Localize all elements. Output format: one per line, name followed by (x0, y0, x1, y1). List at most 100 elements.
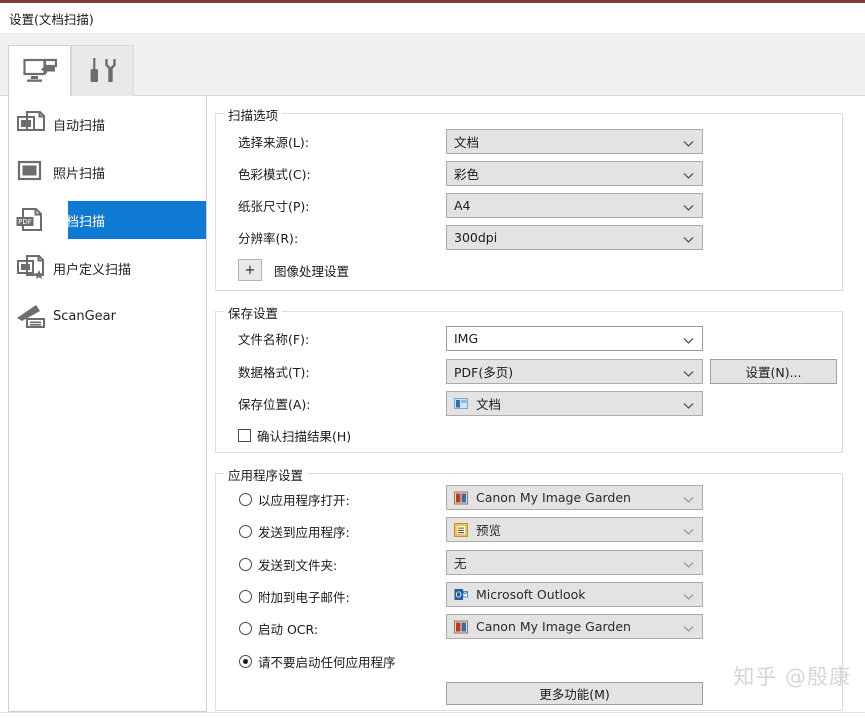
radio-button[interactable] (239, 590, 252, 603)
radio-button[interactable] (239, 493, 252, 506)
scan-options-group: 扫描选项 选择来源(L): 文档 色彩模式(C): 彩色 纸张尺寸(P): A4… (215, 105, 843, 291)
canon-app-icon (453, 490, 468, 505)
source-select[interactable]: 文档 (446, 129, 703, 154)
pdf-document-icon: PDF (9, 206, 53, 234)
application-settings-title: 应用程序设置 (224, 465, 308, 484)
resolution-value: 300dpi (454, 230, 498, 245)
photo-scan-icon (9, 158, 53, 186)
chevron-down-icon (683, 362, 694, 381)
auto-scan-icon (9, 110, 53, 138)
confirm-scan-result-checkbox[interactable]: 确认扫描结果(H) (238, 426, 351, 445)
preview-app-icon (453, 522, 468, 537)
chevron-down-icon (683, 132, 694, 151)
data-format-value: PDF(多页) (454, 365, 514, 380)
confirm-scan-result-label: 确认扫描结果(H) (257, 429, 352, 444)
resolution-label: 分辨率(R): (238, 231, 299, 246)
sidebar-item-label: 文档扫描 (53, 214, 106, 230)
paper-size-select[interactable]: A4 (446, 193, 703, 218)
sidebar-item-photo-scan[interactable]: 照片扫描 (9, 148, 206, 196)
radio-do-not-start-app[interactable]: 请不要启动任何应用程序 (239, 652, 396, 671)
image-processing-expander[interactable]: + 图像处理设置 (238, 259, 349, 281)
radio-label: 启动 OCR: (258, 622, 319, 637)
image-processing-label: 图像处理设置 (274, 263, 350, 279)
tab-tools[interactable] (71, 45, 134, 96)
tab-strip (0, 33, 865, 96)
chevron-down-icon (683, 394, 694, 413)
chevron-down-icon (683, 228, 694, 247)
attach-to-email-value: Microsoft Outlook (476, 587, 586, 602)
data-format-select[interactable]: PDF(多页) (446, 359, 703, 384)
file-name-input[interactable]: IMG (446, 326, 703, 351)
send-to-app-select[interactable]: 预览 (446, 517, 703, 542)
source-label: 选择来源(L): (238, 135, 309, 150)
radio-attach-to-email[interactable]: 附加到电子邮件: (239, 587, 350, 606)
open-with-app-select[interactable]: Canon My Image Garden (446, 485, 703, 510)
svg-text:PDF: PDF (18, 218, 32, 226)
save-location-select[interactable]: 文档 (446, 391, 703, 416)
svg-text:O: O (455, 590, 461, 599)
watermark: 知乎 @殷康 (733, 665, 851, 689)
settings-content: 扫描选项 选择来源(L): 文档 色彩模式(C): 彩色 纸张尺寸(P): A4… (207, 96, 865, 719)
open-with-app-value: Canon My Image Garden (476, 490, 631, 505)
chevron-down-icon (683, 488, 694, 507)
data-format-label: 数据格式(T): (238, 365, 310, 380)
sidebar-item-document-scan[interactable]: PDF 文档扫描 (9, 196, 206, 244)
paper-size-row: 纸张尺寸(P): A4 (216, 193, 842, 219)
sidebar-item-scangear[interactable]: ScanGear (9, 292, 206, 340)
radio-label: 发送到应用程序: (258, 525, 350, 540)
save-location-label: 保存位置(A): (238, 397, 311, 412)
radio-start-ocr[interactable]: 启动 OCR: (239, 619, 318, 638)
send-to-folder-value: 无 (454, 556, 467, 571)
send-to-app-value: 预览 (476, 523, 502, 538)
save-location-value: 文档 (476, 397, 502, 412)
chevron-down-icon (683, 617, 694, 636)
file-name-value: IMG (454, 331, 479, 346)
radio-button[interactable] (239, 525, 252, 538)
chevron-down-icon (683, 585, 694, 604)
chevron-down-icon (683, 553, 694, 572)
sidebar-item-label: ScanGear (53, 308, 116, 324)
save-settings-group: 保存设置 文件名称(F): IMG 数据格式(T): PDF(多页) 设置(N)… (215, 303, 843, 453)
radio-open-with-app[interactable]: 以应用程序打开: (239, 490, 350, 509)
resolution-select[interactable]: 300dpi (446, 225, 703, 250)
more-functions-button[interactable]: 更多功能(M) (446, 682, 703, 705)
radio-button[interactable] (239, 558, 252, 571)
expand-plus-icon[interactable]: + (238, 259, 262, 281)
color-mode-row: 色彩模式(C): 彩色 (216, 161, 842, 187)
radio-button[interactable] (239, 622, 252, 635)
sidebar-item-custom-scan[interactable]: 用户定义扫描 (9, 244, 206, 292)
outlook-icon: O (453, 587, 468, 602)
custom-scan-icon (9, 254, 53, 282)
source-row: 选择来源(L): 文档 (216, 129, 842, 155)
scan-to-computer-icon (22, 58, 57, 84)
send-to-folder-select[interactable]: 无 (446, 550, 703, 575)
scan-options-title: 扫描选项 (224, 105, 283, 124)
settings-window: 设置(文档扫描) 自动扫描 照片扫描 PDF 文档扫描 用户定义扫描 ScanG… (0, 0, 865, 719)
save-settings-title: 保存设置 (224, 303, 283, 322)
sidebar-item-auto-scan[interactable]: 自动扫描 (9, 100, 206, 148)
chevron-down-icon[interactable] (683, 329, 694, 348)
paper-size-label: 纸张尺寸(P): (238, 199, 310, 214)
radio-label: 发送到文件夹: (258, 558, 338, 573)
file-name-label: 文件名称(F): (238, 332, 310, 347)
color-mode-select[interactable]: 彩色 (446, 161, 703, 186)
radio-send-to-folder[interactable]: 发送到文件夹: (239, 555, 337, 574)
sidebar-item-label: 用户定义扫描 (53, 262, 132, 278)
radio-send-to-app[interactable]: 发送到应用程序: (239, 522, 350, 541)
checkbox-box[interactable] (238, 429, 251, 442)
radio-label: 附加到电子邮件: (258, 590, 350, 605)
window-title: 设置(文档扫描) (9, 12, 94, 27)
start-ocr-select[interactable]: Canon My Image Garden (446, 614, 703, 639)
color-mode-value: 彩色 (454, 167, 480, 182)
sidebar: 自动扫描 照片扫描 PDF 文档扫描 用户定义扫描 ScanGear (8, 96, 207, 712)
radio-button[interactable] (239, 655, 252, 668)
chevron-down-icon (683, 164, 694, 183)
tab-scan[interactable] (8, 45, 71, 96)
format-settings-button[interactable]: 设置(N)... (710, 359, 837, 384)
chevron-down-icon (683, 520, 694, 539)
attach-to-email-select[interactable]: O Microsoft Outlook (446, 582, 703, 607)
save-location-row: 保存位置(A): 文档 (216, 391, 842, 417)
file-name-row: 文件名称(F): IMG (216, 326, 842, 352)
sidebar-item-label: 自动扫描 (53, 118, 106, 134)
sidebar-item-label: 照片扫描 (53, 166, 106, 182)
